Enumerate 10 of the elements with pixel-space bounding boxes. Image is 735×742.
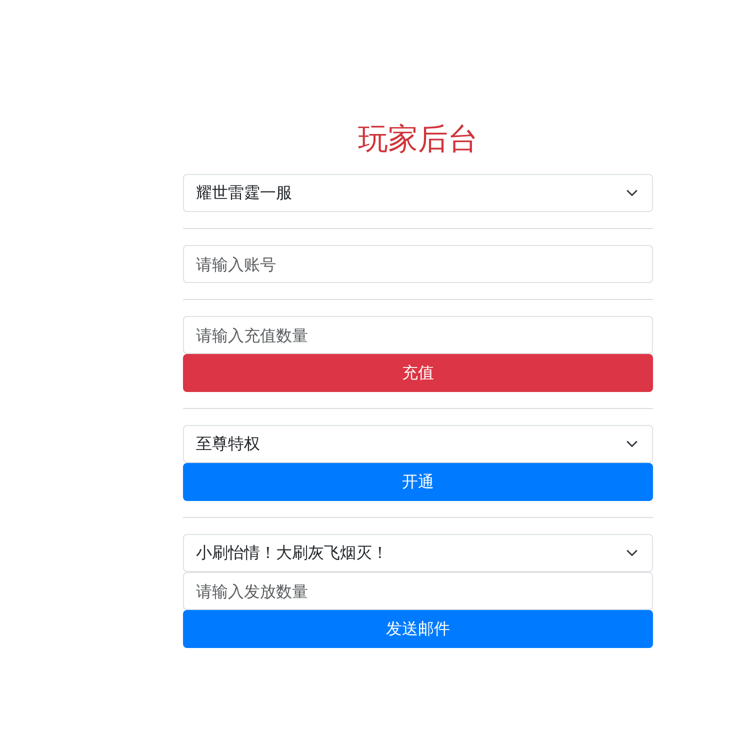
submit-button[interactable]: 充值 <box>183 354 653 392</box>
submit-button[interactable]: 发送邮件 <box>183 610 653 648</box>
input-field[interactable]: 请输入发放数量 <box>183 572 653 610</box>
input-field[interactable]: 请输入充值数量 <box>183 316 653 354</box>
select-field[interactable]: 小刷怡情！大刷灰飞烟灭！ <box>183 534 653 572</box>
select-field[interactable]: 至尊特权 <box>183 425 653 463</box>
submit-button[interactable]: 开通 <box>183 463 653 501</box>
select-field[interactable]: 耀世雷霆一服 <box>183 174 653 212</box>
input-field[interactable]: 请输入账号 <box>183 245 653 283</box>
page-title: 玩家后台 <box>357 122 479 158</box>
